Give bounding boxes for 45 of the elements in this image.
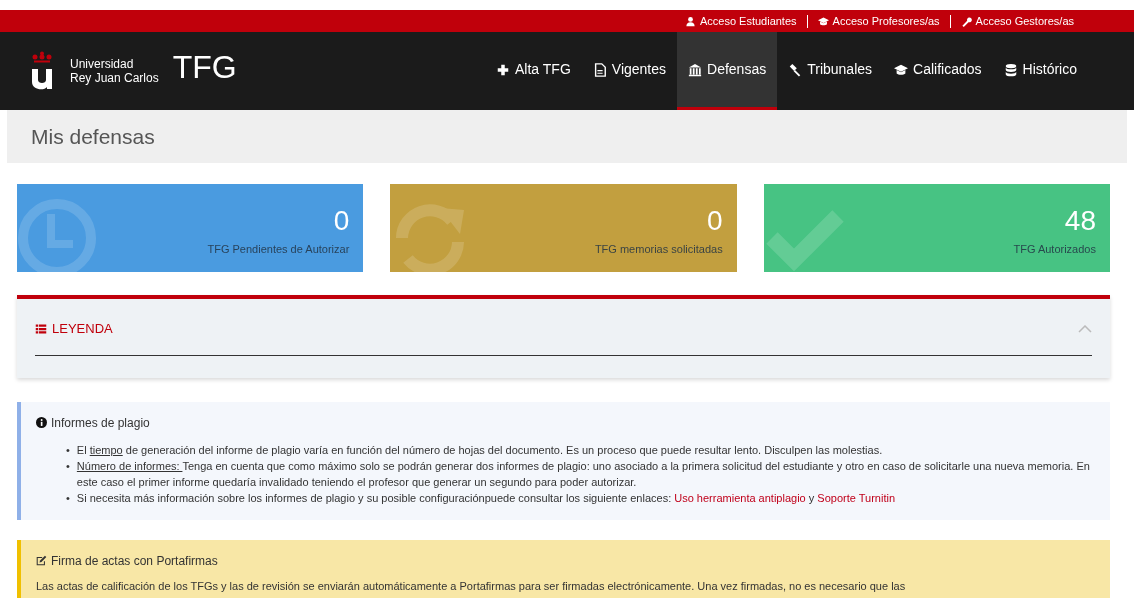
nav-link[interactable]: Calificados bbox=[883, 32, 993, 110]
legend-title: LEYENDA bbox=[35, 319, 113, 339]
bullet-marker: • bbox=[66, 490, 70, 506]
info-title: Informes de plagio bbox=[51, 414, 150, 432]
list-icon bbox=[35, 322, 47, 335]
stat-label: TFG Pendientes de Autorizar bbox=[207, 242, 350, 257]
bullet-text: Número de informes: Tenga en cuenta que como máximo solo se podrán generar dos informes de plagio: uno asociado a la primera solicitud del estudiante y otro en caso de solicitarle una nueva memoria. En este caso el primer informe quedaría invalidado teniendo el profesor que generar un segundo para poder autorizar. bbox=[76, 458, 1091, 490]
plus-icon bbox=[496, 62, 511, 77]
access-link[interactable]: Acceso Profesores/as bbox=[807, 12, 950, 30]
page-title: Mis defensas bbox=[7, 110, 1127, 163]
nav-link[interactable]: Tribunales bbox=[777, 32, 884, 110]
stat-label: TFG Autorizados bbox=[1013, 242, 1096, 257]
nav-link[interactable]: Histórico bbox=[992, 32, 1088, 110]
stat-value: 0 bbox=[332, 206, 350, 236]
university-name: Universidad Rey Juan Carlos bbox=[70, 57, 159, 85]
access-link[interactable]: Acceso Gestores/as bbox=[950, 12, 1084, 30]
notice-text: Las actas de calificación de los TFGs y las de revisión se enviarán automáticamente a Portafirmas para ser firmadas electrónicamente. Una vez firmadas, no es necesario que las bbox=[36, 578, 907, 594]
edit-icon bbox=[36, 555, 47, 566]
wrench-icon bbox=[960, 15, 972, 27]
link[interactable]: Uso herramienta antiplagio bbox=[674, 491, 806, 504]
nav-link[interactable]: Alta TFG bbox=[485, 32, 582, 110]
notice-title: Firma de actas con Portafirmas bbox=[51, 552, 218, 570]
info-icon bbox=[36, 417, 47, 428]
stat-value: 0 bbox=[706, 206, 723, 236]
link[interactable]: Soporte Turnitin bbox=[817, 491, 895, 504]
app-title: TFG bbox=[172, 48, 237, 87]
chevron-icon[interactable] bbox=[1078, 324, 1092, 333]
bullet-text: El tiempo de generación del informe de plagio varía en función del número de hojas del documento. Es un proceso que puede resultar lento. Disculpen las molestias. bbox=[76, 442, 883, 458]
nav-link[interactable]: Vigentes bbox=[581, 32, 678, 110]
clock-icon bbox=[17, 198, 97, 272]
stat-value: 48 bbox=[1063, 206, 1096, 236]
bullet-text: Si necesita más información sobre los informes de plagio y su posible configuraciónpuede consultar los siguiente enlaces: Uso herramienta antiplagio y Soporte Turnitin bbox=[76, 490, 895, 506]
bullet-marker: • bbox=[66, 442, 70, 458]
nav-link[interactable]: Defensas bbox=[677, 32, 778, 110]
database-icon bbox=[1003, 62, 1018, 77]
columns-building-icon bbox=[688, 62, 703, 77]
bullet-marker: • bbox=[66, 458, 70, 474]
graduation-cap-icon bbox=[894, 62, 909, 77]
gavel-icon bbox=[788, 62, 803, 77]
graduation-cap-icon bbox=[817, 15, 829, 27]
document-icon bbox=[592, 62, 607, 77]
stat-label: TFG memorias solicitadas bbox=[594, 242, 723, 257]
person-icon bbox=[684, 15, 696, 27]
access-link[interactable]: Acceso Estudiantes bbox=[674, 12, 807, 30]
university-logo-icon bbox=[30, 51, 54, 91]
